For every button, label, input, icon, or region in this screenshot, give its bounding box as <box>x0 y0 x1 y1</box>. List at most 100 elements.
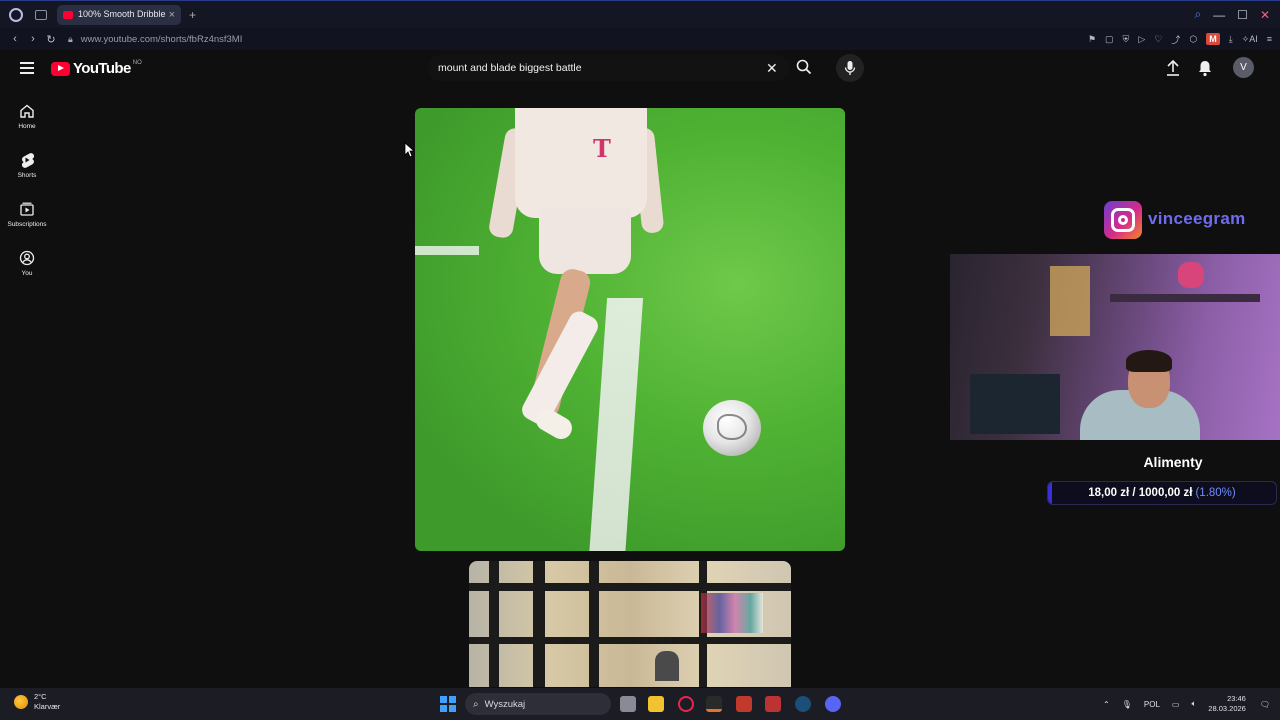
voice-search-button[interactable] <box>836 54 864 82</box>
youtube-wordmark: YouTube <box>73 60 131 77</box>
aria-ai-button[interactable]: ✧AI <box>1242 34 1258 45</box>
taskbar-search[interactable]: ⌕ Wyszukaj <box>465 693 611 715</box>
play-icon[interactable]: ▷ <box>1138 34 1145 45</box>
pitch-line <box>415 246 479 255</box>
microphone-icon <box>844 61 856 75</box>
reload-button[interactable]: ↻ <box>42 33 60 46</box>
clock[interactable]: 23:46 28.03.2026 <box>1208 694 1246 714</box>
microphone-tray-icon[interactable]: 🎙︎ <box>1122 700 1132 709</box>
opera-gx-icon[interactable] <box>678 696 694 712</box>
brave-icon[interactable] <box>736 696 752 712</box>
close-window-button[interactable]: ✕ <box>1260 8 1270 22</box>
file-explorer-icon[interactable] <box>648 696 664 712</box>
bookmark-icon[interactable]: ⚑ <box>1088 34 1096 45</box>
sidebar-item-you[interactable]: You <box>0 239 54 288</box>
forward-button[interactable]: › <box>24 33 42 45</box>
donation-goal-text: 18,00 zł / 1000,00 zł (1.80%) <box>1048 482 1276 504</box>
window-controls: ⌕ — ☐ ✕ <box>1194 7 1270 22</box>
system-tray: ⌃ 🎙︎ POL ▭ 🔈︎ 23:46 28.03.2026 🗨︎ <box>1103 688 1280 720</box>
shield-icon[interactable]: ⛨ <box>1123 34 1130 45</box>
hamburger-menu-icon[interactable] <box>20 62 34 74</box>
gym-person <box>655 651 679 681</box>
maximize-button[interactable]: ☐ <box>1237 8 1248 22</box>
tab-title: 100% Smooth Dribble 🪄 <box>78 9 169 19</box>
next-short-thumbnail[interactable] <box>469 561 791 687</box>
task-view-icon[interactable] <box>620 696 636 712</box>
youtube-logo[interactable]: YouTube NO <box>51 60 142 77</box>
shorts-video-player[interactable]: T <box>415 108 845 551</box>
weather-widget[interactable]: 2°C Klarvær <box>14 692 60 712</box>
streamer-hair <box>1126 350 1172 372</box>
shirt-sponsor-logo: T <box>593 134 611 163</box>
clear-search-icon[interactable]: ✕ <box>766 60 778 77</box>
search-icon[interactable] <box>796 59 812 75</box>
notifications-bell-icon[interactable] <box>1197 59 1213 77</box>
youtube-favicon-icon <box>63 10 73 19</box>
home-icon <box>20 104 34 118</box>
player-shorts <box>539 208 631 274</box>
upload-icon[interactable] <box>1165 59 1181 77</box>
discord-icon[interactable] <box>825 696 841 712</box>
browser-menu-icon[interactable]: ≡ <box>1267 34 1272 44</box>
weather-icon <box>14 695 28 709</box>
url-field[interactable]: www.youtube.com/shorts/fbRz4nsf3MI <box>81 34 243 45</box>
input-language[interactable]: POL <box>1144 700 1160 709</box>
account-avatar[interactable]: V <box>1233 57 1254 78</box>
network-icon[interactable]: ▭ <box>1172 700 1180 709</box>
youtube-masthead: YouTube NO mount and blade biggest battl… <box>0 50 1280 88</box>
puzzle-icon[interactable]: ⬡ <box>1189 34 1197 45</box>
pitch-sideline <box>588 298 644 551</box>
search-input[interactable]: mount and blade biggest battle <box>428 55 790 81</box>
sidebar-item-label: Shorts <box>17 172 37 179</box>
football <box>703 400 761 456</box>
back-button[interactable]: ‹ <box>6 33 24 45</box>
sidebar-item-label: Subscriptions <box>7 221 47 228</box>
windows-start-icon[interactable] <box>440 696 456 712</box>
clock-date: 28.03.2026 <box>1208 704 1246 713</box>
gym-rack-bar <box>589 561 599 687</box>
youtube-mini-guide: Home Shorts Subscriptions You <box>0 92 54 288</box>
heart-icon[interactable]: ♡ <box>1154 34 1162 45</box>
lock-icon[interactable]: 🔒︎ <box>68 34 73 45</box>
tab-search-icon[interactable]: ⌕ <box>1194 7 1201 22</box>
sidebar-item-subscriptions[interactable]: Subscriptions <box>0 190 54 239</box>
new-tab-button[interactable]: + <box>189 8 196 22</box>
weather-condition: Klarvær <box>34 702 61 711</box>
windows-taskbar: 2°C Klarvær ⌕ Wyszukaj ⌃ 🎙︎ POL ▭ 🔈︎ 23:… <box>0 688 1280 720</box>
opera-logo-icon[interactable] <box>9 7 23 22</box>
tray-overflow-icon[interactable]: ⌃ <box>1103 700 1110 709</box>
mouse-cursor-icon <box>404 142 414 158</box>
shorts-icon <box>21 153 35 168</box>
temperature: 2°C <box>34 692 47 701</box>
donation-percent: (1.80%) <box>1195 487 1236 499</box>
extension-m-badge[interactable]: M <box>1206 33 1220 45</box>
voicemeeter-icon[interactable] <box>765 696 781 712</box>
you-account-icon <box>19 250 35 266</box>
instagram-handle: vinceegram <box>1148 209 1246 228</box>
gym-rack-bar <box>533 561 545 687</box>
player-shirt <box>515 108 647 218</box>
tab-island-icon[interactable] <box>35 9 47 20</box>
browser-tab-active[interactable]: 100% Smooth Dribble 🪄 × <box>57 4 181 25</box>
download-icon[interactable]: ⤓ <box>1229 34 1233 45</box>
notifications-icon[interactable]: 🗨︎ <box>1260 700 1270 709</box>
search-icon: ⌕ <box>473 698 479 710</box>
tab-close-icon[interactable]: × <box>169 9 175 21</box>
sidebar-item-home[interactable]: Home <box>0 92 54 141</box>
minimize-button[interactable]: — <box>1213 8 1225 22</box>
volume-icon[interactable]: 🔈︎ <box>1191 699 1196 709</box>
extension-toolbar: ⚑ ▢ ⛨ ▷ ♡ ⤴ ⬡ M ⤓ ✧AI ≡ <box>1088 33 1272 46</box>
share-icon[interactable]: ⤴ <box>1171 33 1180 46</box>
gym-rack-bar <box>469 637 791 644</box>
app-icon[interactable] <box>706 696 722 712</box>
gym-shelf <box>701 593 763 633</box>
screen: 100% Smooth Dribble 🪄 × + ⌕ — ☐ ✕ ‹ › ↻ … <box>0 0 1280 720</box>
donation-goal-bar: 18,00 zł / 1000,00 zł (1.80%) <box>1047 481 1277 505</box>
sidebar-item-shorts[interactable]: Shorts <box>0 141 54 190</box>
snapshot-icon[interactable]: ▢ <box>1105 34 1114 45</box>
country-code: NO <box>132 60 142 66</box>
address-bar: ‹ › ↻ 🔒︎ www.youtube.com/shorts/fbRz4nsf… <box>0 28 1280 50</box>
webcam-wall-decoration <box>1178 262 1204 288</box>
steam-icon[interactable] <box>795 696 811 712</box>
donation-goal-title: Alimenty <box>1143 454 1203 470</box>
